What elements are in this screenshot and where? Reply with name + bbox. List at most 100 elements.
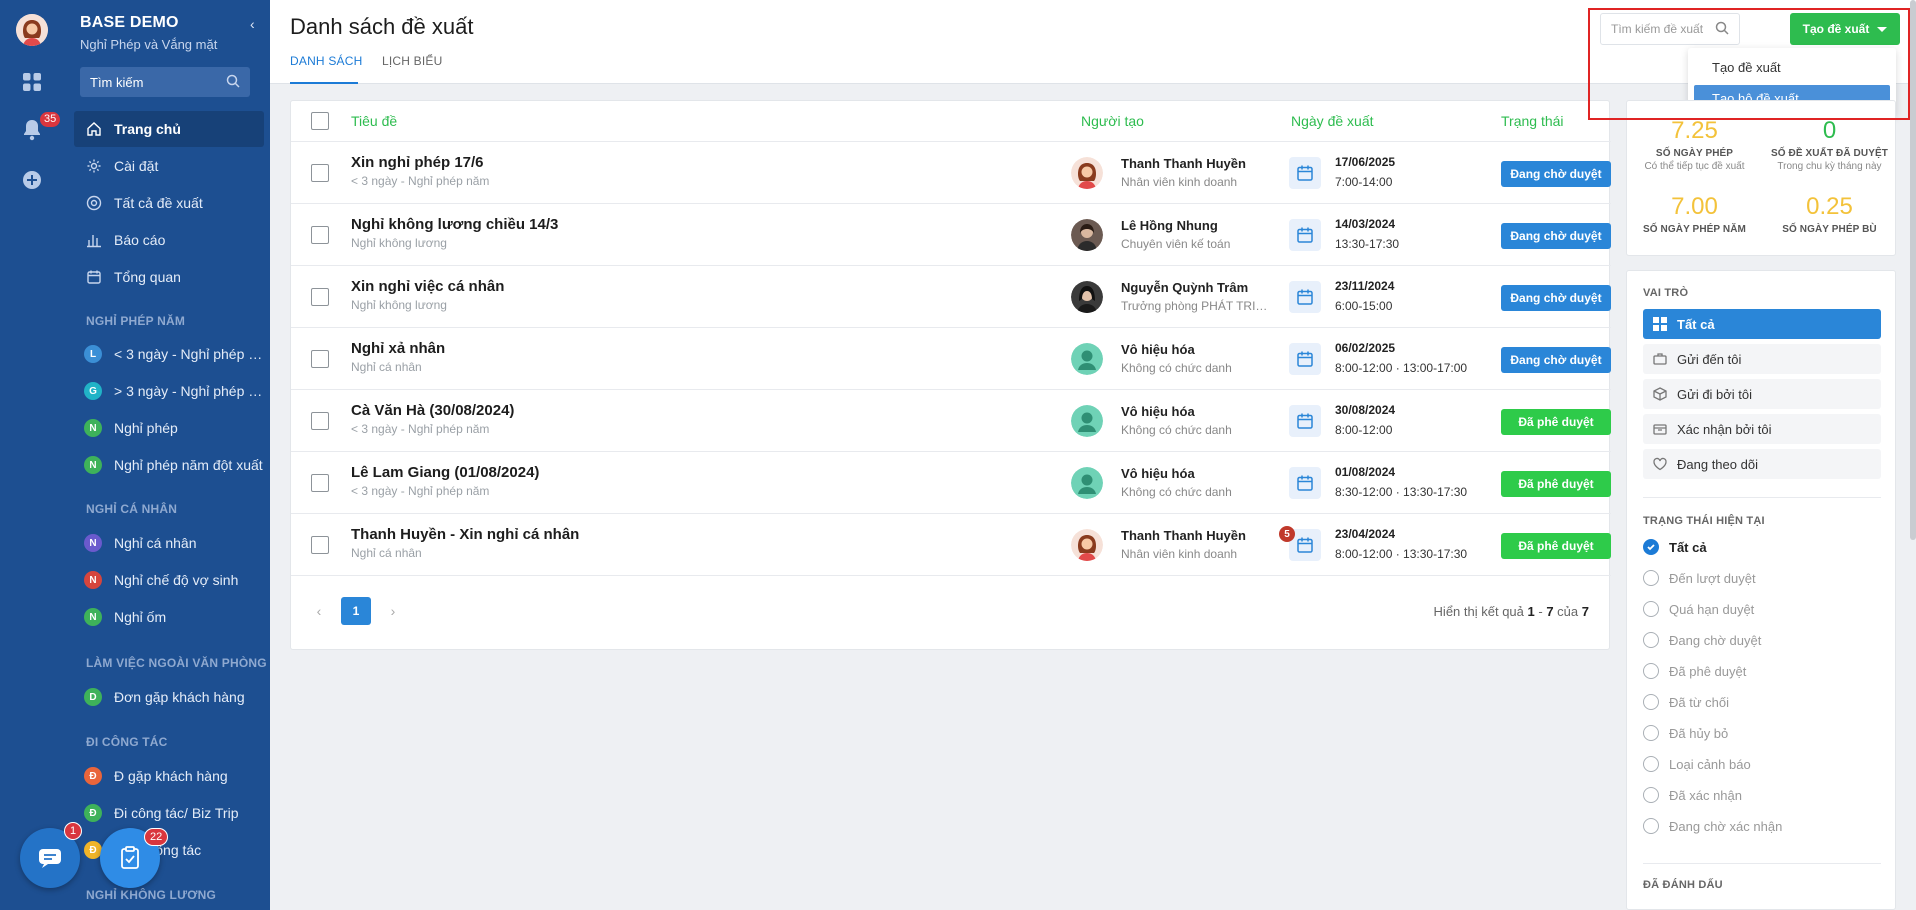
- row-checkbox[interactable]: [311, 288, 329, 306]
- role-filter-label: Gửi đến tôi: [1677, 351, 1742, 367]
- request-title[interactable]: Cà Văn Hà (30/08/2024): [351, 402, 514, 419]
- status-filter-option[interactable]: Tất cả: [1643, 537, 1707, 557]
- sidebar-item-home[interactable]: Trang chủ: [74, 111, 264, 147]
- role-filter-all[interactable]: Tất cả: [1643, 309, 1881, 339]
- table-row[interactable]: Nghỉ xả nhân Nghỉ cá nhân Vô hiệu hóa Không…: [291, 328, 1611, 390]
- status-filter-label: Quá hạn duyệt: [1669, 601, 1755, 617]
- table-row[interactable]: Xin nghỉ việc cá nhân Nghỉ không lương Ngu…: [291, 266, 1611, 328]
- category-label: Nghỉ phép: [114, 420, 178, 436]
- clipboard-check-icon: [121, 846, 139, 869]
- row-checkbox[interactable]: [311, 536, 329, 554]
- creator-avatar: [1071, 529, 1103, 561]
- category-item[interactable]: G > 3 ngày - Nghỉ phép năm: [84, 379, 264, 403]
- stat-label: SỐ ĐỀ XUẤT ĐÃ DUYỆT: [1771, 148, 1888, 159]
- page-scrollbar[interactable]: [1910, 0, 1916, 540]
- radio-icon: [1643, 694, 1659, 710]
- next-page-chevron-icon[interactable]: ›: [385, 603, 401, 619]
- role-filter-sent-to-me[interactable]: Gửi đến tôi: [1643, 344, 1881, 374]
- category-item[interactable]: N Nghỉ chế độ vợ sinh: [84, 568, 264, 592]
- request-title[interactable]: Xin nghỉ việc cá nhân: [351, 278, 504, 295]
- column-header-status[interactable]: Trạng thái: [1501, 113, 1564, 129]
- row-checkbox[interactable]: [311, 226, 329, 244]
- status-filter-option[interactable]: Đang chờ duyệt: [1643, 630, 1761, 650]
- tasks-badge: 22: [144, 828, 169, 846]
- sidebar-item-settings[interactable]: Cài đặt: [74, 148, 264, 184]
- section-title: NGHỈ KHÔNG LƯƠNG: [86, 888, 217, 902]
- add-circle-icon[interactable]: [20, 168, 44, 192]
- status-filter-option[interactable]: Đã phê duyệt: [1643, 661, 1746, 681]
- request-title[interactable]: Lê Lam Giang (01/08/2024): [351, 464, 539, 481]
- request-type: < 3 ngày - Nghỉ phép năm: [351, 174, 490, 188]
- table-header: Tiêu đề Người tạo Ngày đề xuất Trạng thá…: [291, 101, 1611, 142]
- status-filter-option[interactable]: Đã từ chối: [1643, 692, 1729, 712]
- tab-list[interactable]: DANH SÁCH: [290, 54, 362, 68]
- row-checkbox[interactable]: [311, 412, 329, 430]
- apps-grid-icon[interactable]: [20, 70, 44, 94]
- stats-card: 7.25 SỐ NGÀY PHÉP Có thể tiếp tục đề xuấ…: [1626, 100, 1896, 256]
- category-item[interactable]: N Nghỉ phép: [84, 416, 264, 440]
- sidebar-search-input[interactable]: Tìm kiếm: [80, 67, 250, 97]
- category-item[interactable]: Đ Đ gặp khách hàng: [84, 764, 264, 788]
- request-title[interactable]: Nghỉ không lương chiều 14/3: [351, 216, 558, 233]
- table-row[interactable]: Xin nghỉ phép 17/6 < 3 ngày - Nghỉ phép n…: [291, 142, 1611, 204]
- row-checkbox[interactable]: [311, 164, 329, 182]
- request-title[interactable]: Nghỉ xả nhân: [351, 340, 445, 357]
- status-filter-option[interactable]: Đã xác nhận: [1643, 785, 1742, 805]
- pagination-to: 7: [1546, 604, 1554, 619]
- page-number-button[interactable]: 1: [341, 597, 371, 625]
- category-item[interactable]: D Đơn gặp khách hàng: [84, 685, 264, 709]
- category-letter-badge: Đ: [84, 804, 102, 822]
- category-item[interactable]: N Nghỉ phép năm đột xuất: [84, 453, 264, 477]
- stat-label: SỐ NGÀY PHÉP: [1655, 148, 1734, 159]
- prev-page-chevron-icon[interactable]: ‹: [311, 603, 327, 619]
- column-header-creator[interactable]: Người tạo: [1081, 113, 1144, 129]
- table-row[interactable]: Cà Văn Hà (30/08/2024) < 3 ngày - Nghỉ ph…: [291, 390, 1611, 452]
- creator-role: Không có chức danh: [1121, 485, 1232, 499]
- table-row[interactable]: Nghỉ không lương chiều 14/3 Nghỉ không lư…: [291, 204, 1611, 266]
- tab-calendar[interactable]: LỊCH BIỂU: [382, 54, 442, 68]
- box-icon: [1653, 422, 1667, 436]
- radio-icon: [1643, 570, 1659, 586]
- category-item[interactable]: N Nghỉ cá nhân: [84, 531, 264, 555]
- pagination: ‹ 1 ›: [311, 597, 401, 625]
- column-header-title[interactable]: Tiêu đề: [351, 113, 397, 129]
- status-badge: Đang chờ duyệt: [1501, 161, 1611, 187]
- table-row[interactable]: Thanh Huyền - Xin nghỉ cá nhân Nghỉ cá nh…: [291, 514, 1611, 576]
- status-filter-option[interactable]: Quá hạn duyệt: [1643, 599, 1754, 619]
- sidebar-item-all-requests[interactable]: Tất cả đề xuất: [74, 185, 264, 221]
- request-title[interactable]: Xin nghỉ phép 17/6: [351, 154, 484, 171]
- user-avatar[interactable]: [16, 14, 48, 46]
- row-checkbox[interactable]: [311, 350, 329, 368]
- category-item[interactable]: N Nghỉ ốm: [84, 605, 264, 629]
- status-filter-option[interactable]: Đến lượt duyệt: [1643, 568, 1756, 588]
- column-header-date[interactable]: Ngày đề xuất: [1291, 113, 1374, 129]
- collapse-chevron-icon[interactable]: ‹: [250, 16, 255, 32]
- table-row[interactable]: Lê Lam Giang (01/08/2024) < 3 ngày - Nghỉ…: [291, 452, 1611, 514]
- icon-rail: 35: [0, 0, 64, 910]
- creator-role: Chuyên viên kế toán: [1121, 237, 1231, 251]
- role-filter-following[interactable]: Đang theo dõi: [1643, 449, 1881, 479]
- sidebar-item-label: Cài đặt: [114, 158, 159, 174]
- role-filter-confirmed-by-me[interactable]: Xác nhận bởi tôi: [1643, 414, 1881, 444]
- category-item[interactable]: L < 3 ngày - Nghỉ phép năm: [84, 342, 264, 366]
- select-all-checkbox[interactable]: [311, 112, 329, 130]
- circle-icon: [86, 195, 102, 211]
- request-title[interactable]: Thanh Huyền - Xin nghỉ cá nhân: [351, 526, 579, 543]
- role-filter-sent-by-me[interactable]: Gửi đi bởi tôi: [1643, 379, 1881, 409]
- sidebar-item-overview[interactable]: Tổng quan: [74, 259, 264, 295]
- category-item[interactable]: Đ Đi công tác/ Biz Trip: [84, 801, 264, 825]
- creator-name: Nguyễn Quỳnh Trâm: [1121, 280, 1249, 295]
- status-badge: Đang chờ duyệt: [1501, 223, 1611, 249]
- comment-count-badge: 5: [1279, 526, 1295, 542]
- status-filter-option[interactable]: Đã hủy bỏ: [1643, 723, 1728, 743]
- row-checkbox[interactable]: [311, 474, 329, 492]
- status-filter-label: Đã phê duyệt: [1669, 663, 1747, 679]
- category-letter-badge: D: [84, 688, 102, 706]
- sidebar-item-reports[interactable]: Báo cáo: [74, 222, 264, 258]
- status-filter-option[interactable]: Loại cảnh báo: [1643, 754, 1751, 774]
- stat-value: 7.00: [1671, 193, 1718, 220]
- category-label: Đi công tác/ Biz Trip: [114, 805, 239, 821]
- stat-remaining-leave: 7.25 SỐ NGÀY PHÉP Có thể tiếp tục đề xuấ…: [1627, 117, 1762, 172]
- status-filter-option[interactable]: Đang chờ xác nhận: [1643, 816, 1782, 836]
- notification-badge: 35: [40, 112, 61, 127]
